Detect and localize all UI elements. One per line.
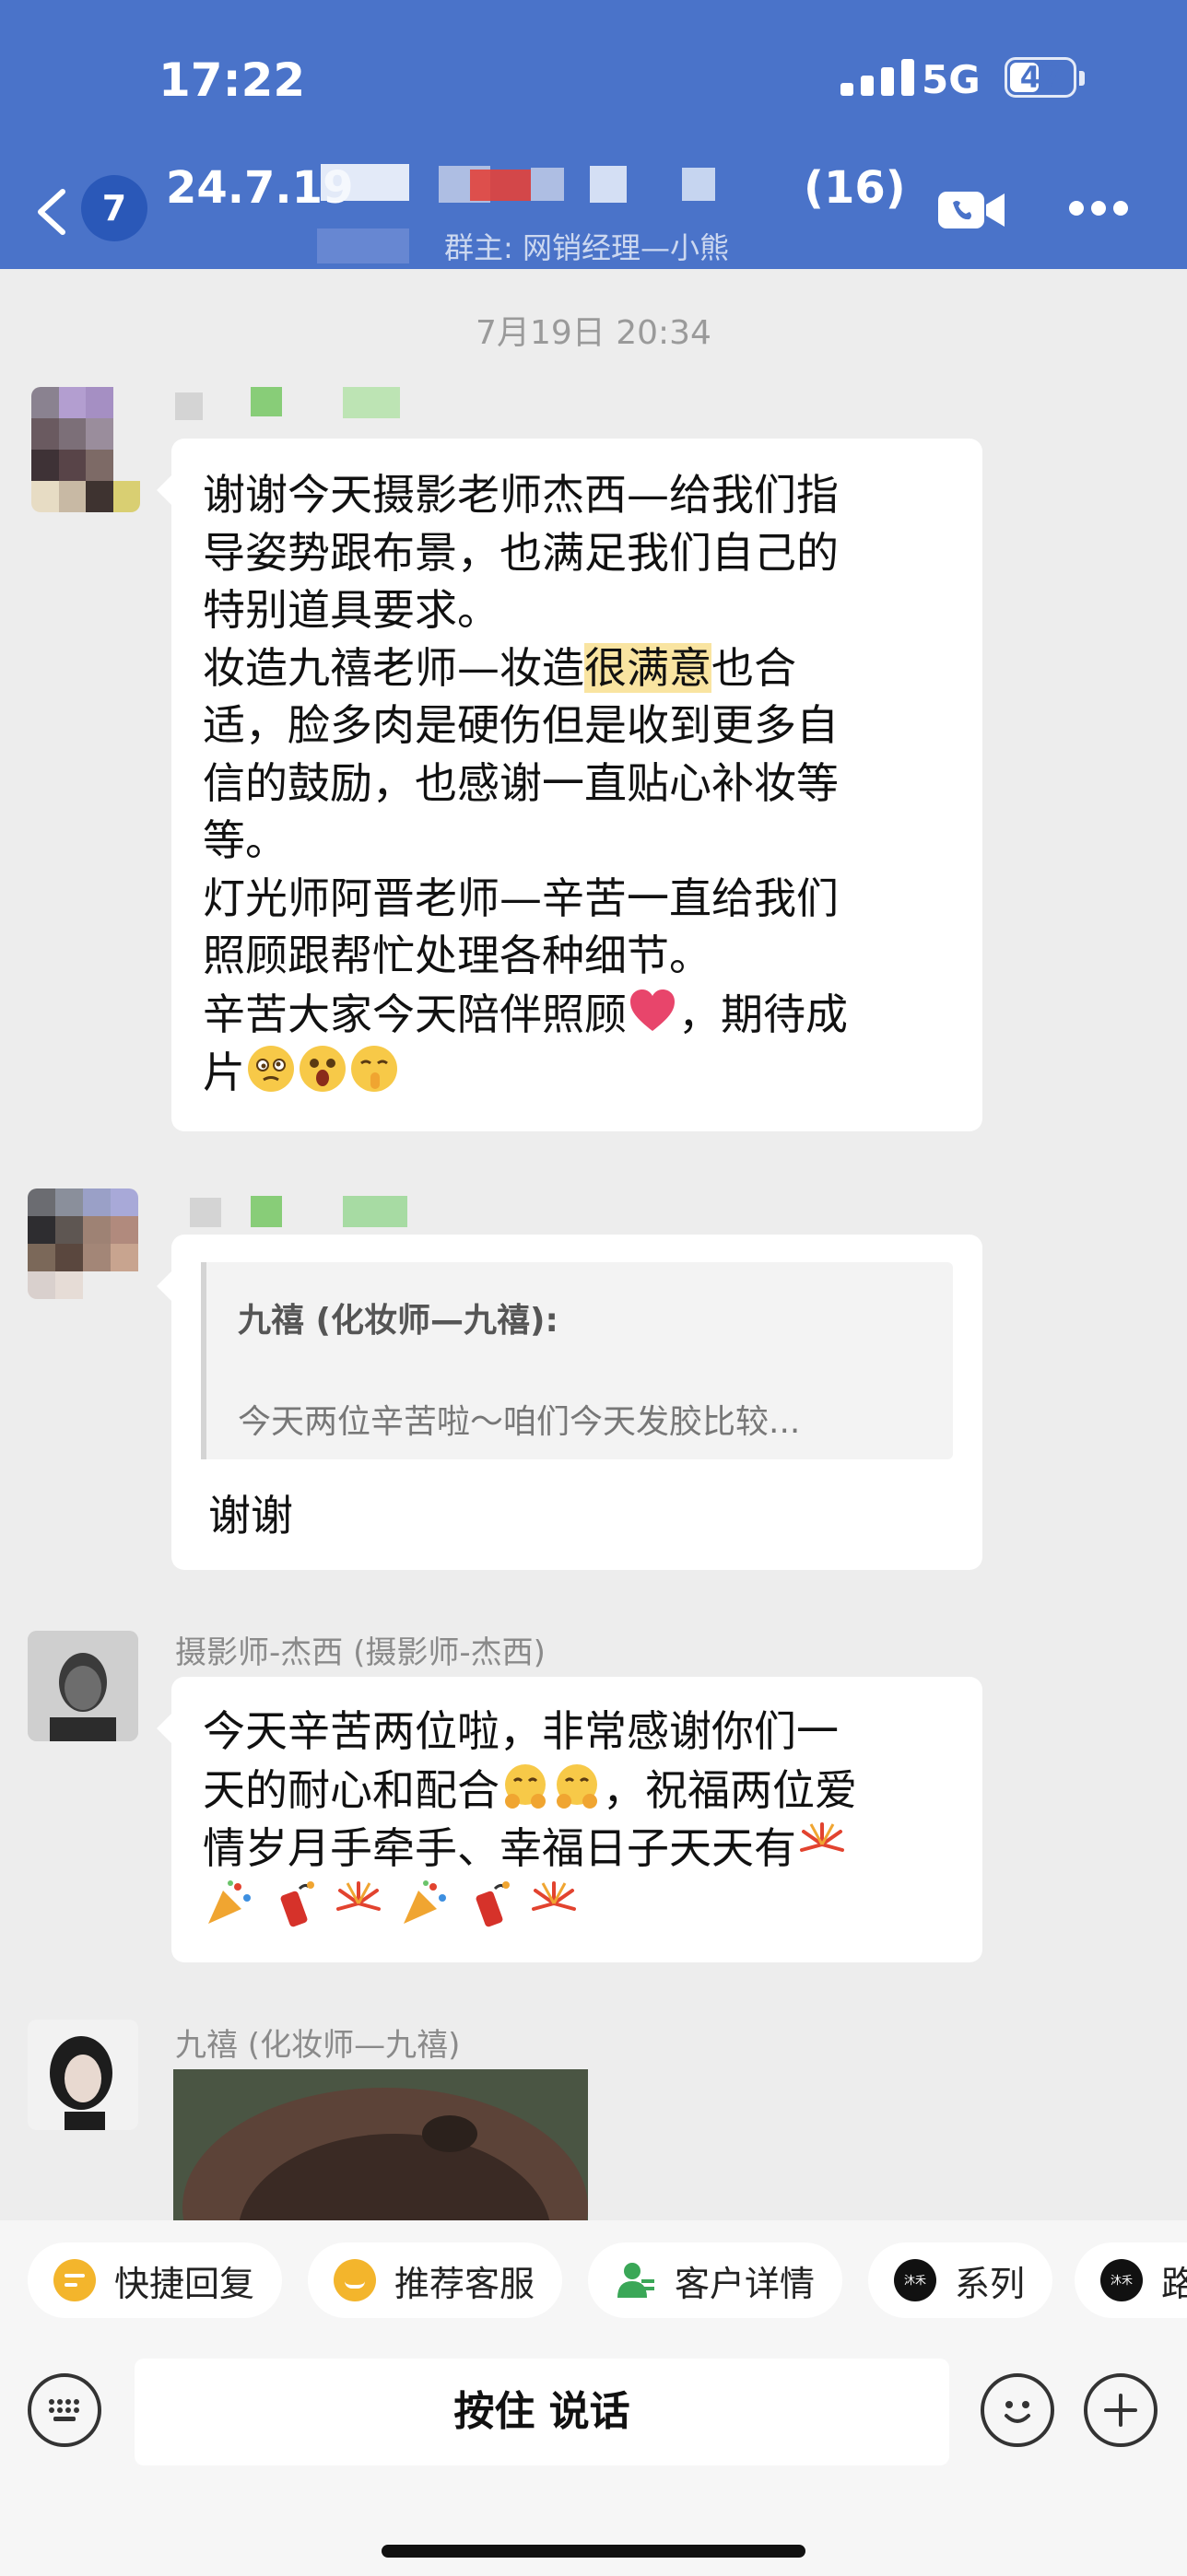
message-bubble[interactable]: 九禧 (化妆师—九禧): 今天两位辛苦啦～咱们今天发胶比较... 谢谢 xyxy=(157,1235,982,1570)
more-button[interactable] xyxy=(1069,201,1128,221)
redaction-block xyxy=(317,228,409,263)
chevron-left-icon xyxy=(38,189,65,235)
group-owner-label: 群主: 网销经理—小熊 xyxy=(444,230,729,265)
video-camera-icon xyxy=(938,192,1005,228)
unread-badge: 7 xyxy=(81,175,147,241)
image-message[interactable] xyxy=(173,2069,588,2220)
redaction-block xyxy=(682,168,715,201)
keyboard-toggle-button[interactable] xyxy=(28,2373,101,2447)
redacted-sender xyxy=(343,387,400,418)
hold-to-talk-button[interactable]: 按住 说话 xyxy=(135,2359,949,2465)
home-indicator xyxy=(382,2545,805,2558)
emoji-button[interactable] xyxy=(981,2373,1054,2447)
status-time: 17:22 xyxy=(159,53,306,107)
message-text: 谢谢 xyxy=(208,1491,293,1540)
shy-face-emoji-icon xyxy=(499,1761,551,1812)
highlighted-text: 很满意 xyxy=(584,642,711,693)
keyboard-icon xyxy=(49,2399,79,2421)
fireworks-emoji-icon xyxy=(528,1878,580,1929)
redacted-sender xyxy=(343,1196,407,1227)
input-bar: 按住 说话 xyxy=(0,2346,1187,2576)
message-timestamp: 7月19日 20:34 xyxy=(476,314,711,352)
smiley-icon xyxy=(1005,2401,1030,2423)
quoted-message[interactable]: 九禧 (化妆师—九禧): 今天两位辛苦啦～咱们今天发胶比较... xyxy=(201,1262,953,1459)
firecracker-emoji-icon xyxy=(464,1878,515,1929)
redacted-sender xyxy=(251,1196,282,1227)
chat-icon xyxy=(53,2259,96,2301)
redaction-block xyxy=(531,168,564,201)
series-chip[interactable]: 沐禾 系列 xyxy=(868,2242,1053,2318)
avatar[interactable] xyxy=(31,387,140,512)
route-chip[interactable]: 沐禾 路 xyxy=(1075,2242,1187,2318)
network-label: 5G xyxy=(922,57,981,102)
fireworks-emoji-icon xyxy=(796,1819,848,1870)
quick-reply-chip[interactable]: 快捷回复 xyxy=(28,2242,283,2318)
video-call-button[interactable] xyxy=(934,184,1008,236)
plus-icon xyxy=(1104,2394,1137,2427)
chat-header: 17:22 5G 47 7 24.7.19 (16) 群主: 网销经理—小熊 xyxy=(0,0,1187,269)
redacted-sender xyxy=(190,1198,221,1227)
sender-name: 摄影师-杰西 (摄影师-杰西) xyxy=(175,1634,546,1671)
dizzy-face-emoji-icon xyxy=(245,1043,297,1095)
avatar[interactable] xyxy=(28,1188,138,1299)
fireworks-emoji-icon xyxy=(333,1878,384,1929)
redacted-sender xyxy=(251,387,282,416)
quote-text: 今天两位辛苦啦～咱们今天发胶比较... xyxy=(238,1403,801,1441)
recommend-service-chip[interactable]: 推荐客服 xyxy=(308,2242,563,2318)
signal-icon xyxy=(840,57,918,96)
battery-tip xyxy=(1079,71,1085,86)
shy-face-emoji-icon xyxy=(551,1761,603,1812)
member-count: (16) xyxy=(804,162,906,214)
avatar[interactable] xyxy=(28,1631,138,1741)
quick-reply-bar: 快捷回复 推荐客服 客户详情 沐禾 系列 沐禾 路 xyxy=(0,2220,1187,2346)
service-icon xyxy=(334,2259,376,2301)
quote-bar xyxy=(201,1262,206,1459)
party-popper-emoji-icon xyxy=(203,1878,254,1929)
message-bubble[interactable]: 谢谢今天摄影老师杰西—给我们指 导姿势跟布景，也满足我们自己的 特别道具要求。 … xyxy=(157,439,982,1131)
redaction-block xyxy=(470,170,531,201)
brand-logo-icon: 沐禾 xyxy=(894,2259,936,2301)
battery-level: 47 xyxy=(1019,60,1062,95)
message-text: 今天辛苦两位啦，非常感谢你们一 天的耐心和配合 ，祝福两位爱 情岁月手牵手、幸福日… xyxy=(203,1703,968,1936)
firecracker-emoji-icon xyxy=(268,1878,320,1929)
party-popper-emoji-icon xyxy=(398,1878,450,1929)
hush-face-emoji-icon xyxy=(348,1043,400,1095)
message-text: 谢谢今天摄影老师杰西—给我们指 导姿势跟布景，也满足我们自己的 特别道具要求。 … xyxy=(203,470,848,1097)
battery-icon: 47 xyxy=(1005,57,1076,98)
heart-emoji-icon xyxy=(627,985,678,1036)
message-bubble[interactable]: 今天辛苦两位啦，非常感谢你们一 天的耐心和配合 ，祝福两位爱 情岁月手牵手、幸福日… xyxy=(157,1677,982,1962)
redacted-sender xyxy=(175,392,203,420)
avatar[interactable] xyxy=(28,2020,138,2130)
person-icon xyxy=(614,2259,656,2301)
quote-author: 九禧 (化妆师—九禧): xyxy=(238,1302,558,1340)
back-button[interactable] xyxy=(28,175,83,249)
redaction-block xyxy=(321,164,409,201)
sender-name: 九禧 (化妆师—九禧) xyxy=(175,2027,461,2064)
brand-logo-icon: 沐禾 xyxy=(1100,2259,1143,2301)
redaction-block xyxy=(590,166,627,203)
shocked-face-emoji-icon xyxy=(297,1043,348,1095)
more-actions-button[interactable] xyxy=(1084,2373,1158,2447)
customer-detail-chip[interactable]: 客户详情 xyxy=(588,2242,843,2318)
